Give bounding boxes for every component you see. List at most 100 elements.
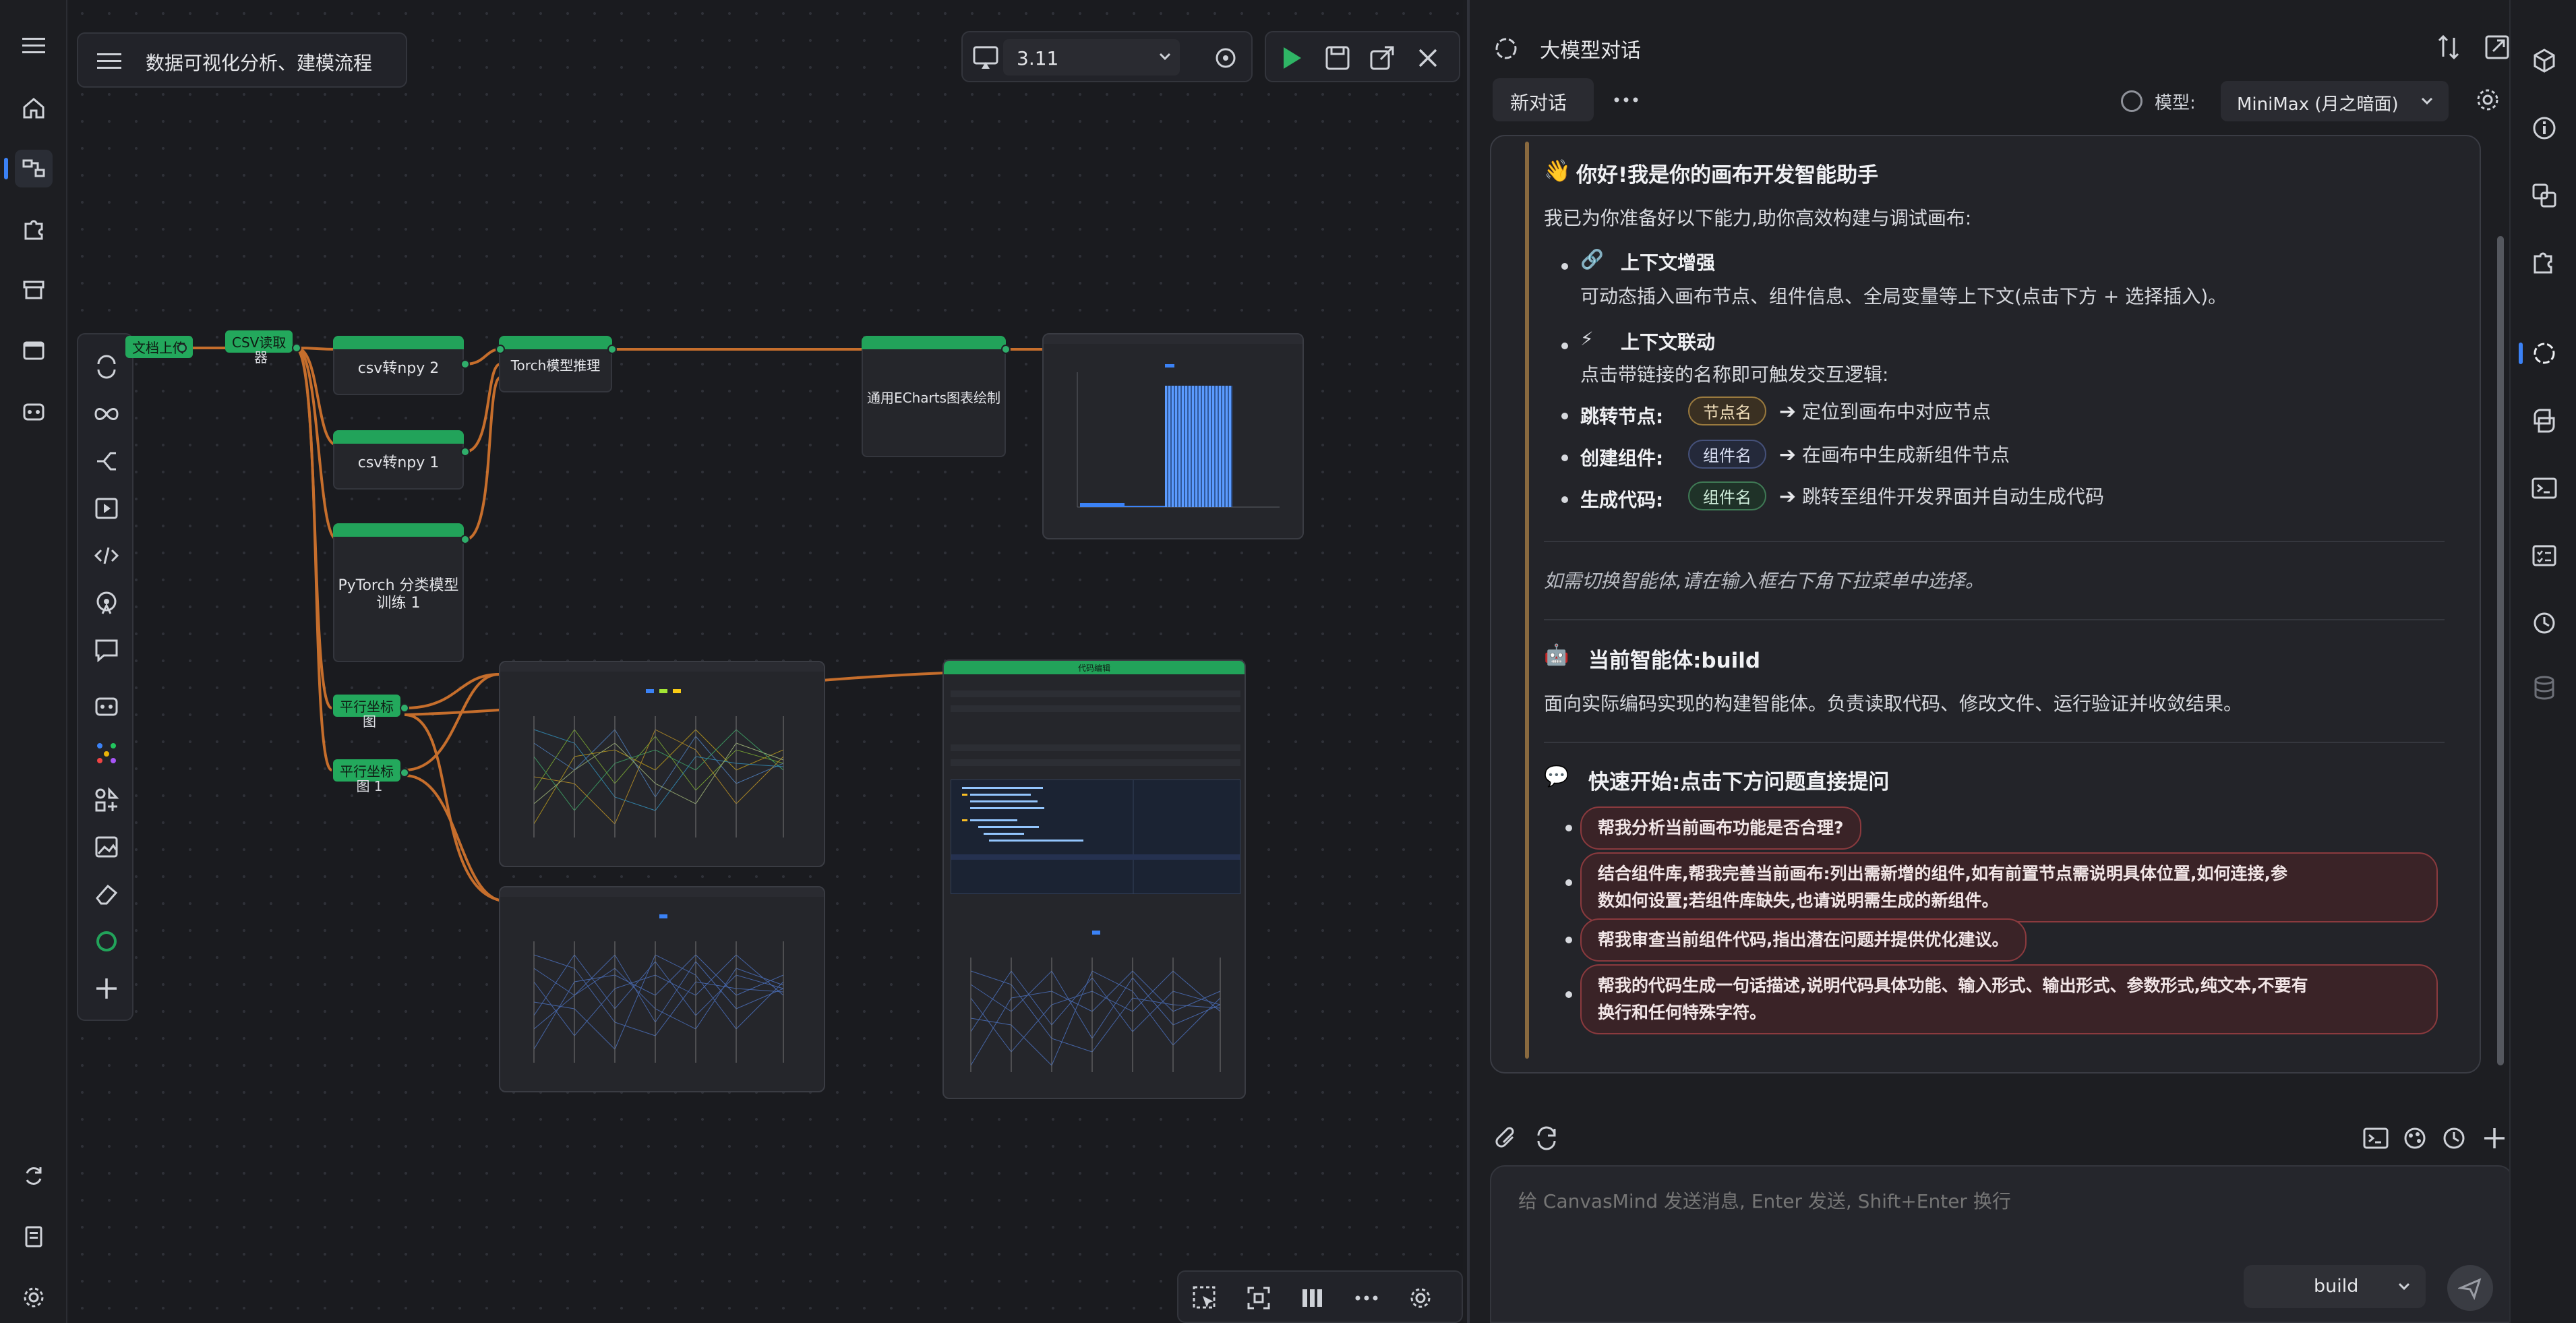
divider <box>1544 541 2445 542</box>
divider <box>1544 742 2445 743</box>
parallel-preview-a[interactable] <box>499 661 825 867</box>
intro-text: 我已为你准备好以下能力,助你高效构建与调试画布: <box>1544 207 1972 229</box>
columns-icon[interactable] <box>1300 1285 1325 1311</box>
history-icon[interactable] <box>2531 610 2558 637</box>
create-desc: 在画布中生成新组件节点 <box>1801 444 2010 466</box>
parallel-chart-b <box>533 914 784 1063</box>
cube-icon[interactable] <box>2531 47 2558 74</box>
right-tool-rail <box>2509 0 2576 1323</box>
python-icon[interactable] <box>2531 407 2558 434</box>
gear-icon[interactable] <box>1408 1285 1433 1311</box>
palette-icon[interactable] <box>2401 1125 2428 1152</box>
port-dot[interactable] <box>177 343 187 353</box>
chevron-down-icon <box>2420 94 2434 108</box>
node-csv-npy-2[interactable]: csv转npy 2 <box>333 336 464 395</box>
agent-select[interactable]: build <box>2244 1265 2426 1308</box>
swap-icon[interactable] <box>2435 34 2462 61</box>
node-code-edit[interactable]: 代码编辑 <box>942 659 1246 1099</box>
bullet <box>1561 454 1568 461</box>
node-title: 通用ECharts图表绘制 <box>866 390 1001 406</box>
chat-scrollbar[interactable] <box>2497 236 2504 1065</box>
checklist-icon[interactable] <box>2531 542 2558 569</box>
copy-icon[interactable] <box>2531 182 2558 209</box>
node-pytorch-train[interactable]: PyTorch 分类模型 训练 1 <box>333 523 464 662</box>
jump-label: 跳转节点: <box>1580 405 1664 428</box>
agent-select-value: build <box>2314 1276 2359 1297</box>
port-dot[interactable] <box>460 447 470 457</box>
port-dot[interactable] <box>400 768 409 777</box>
quick-question-2-line-2: 数如何设置;若组件库缺失,也请说明需生成的新组件。 <box>1598 891 1999 910</box>
create-row: 组件名 ➔ 在画布中生成新组件节点 <box>1681 440 2010 469</box>
quick-question-1[interactable]: 帮我分析当前画布功能是否合理? <box>1580 806 1861 850</box>
database-icon[interactable] <box>2531 674 2558 701</box>
parallel-preview-b[interactable] <box>499 886 825 1092</box>
ai-logo-icon <box>1493 35 1520 62</box>
port-dot[interactable] <box>400 703 409 713</box>
chat-input-box[interactable]: build <box>1490 1165 2513 1323</box>
robot-face-icon: 🤖 <box>1544 643 1569 667</box>
terminal-icon[interactable] <box>2362 1125 2389 1152</box>
create-pill[interactable]: 组件名 <box>1688 440 1766 469</box>
port-dot[interactable] <box>607 345 617 354</box>
quick-question-4[interactable]: 帮我的代码生成一句话描述,说明代码具体功能、输入形式、输出形式、参数形式,纯文本… <box>1580 964 2438 1034</box>
quick-question-2[interactable]: 结合组件库,帮我完善当前画布:列出需新增的组件,如有前置节点需说明具体位置,如何… <box>1580 852 2438 922</box>
more-icon[interactable] <box>1613 92 1640 108</box>
jump-desc: 定位到画布中对应节点 <box>1801 401 1991 423</box>
jump-row: 节点名 ➔ 定位到画布中对应节点 <box>1681 396 1991 425</box>
gen-row: 组件名 ➔ 跳转至组件开发界面并自动生成代码 <box>1681 481 2104 510</box>
divider <box>1544 619 2445 620</box>
gen-pill[interactable]: 组件名 <box>1688 481 1766 510</box>
node-subtitle: 训练 1 <box>376 595 421 612</box>
chat-input[interactable] <box>1518 1187 2476 1268</box>
node-csv-read-label-2: 器 <box>254 349 268 365</box>
bullet <box>1565 991 1572 998</box>
quick-question-3[interactable]: 帮我审查当前组件代码,指出潜在问题并提供优化建议。 <box>1580 918 2027 962</box>
chat-title: 大模型对话 <box>1540 39 1641 63</box>
port-dot[interactable] <box>292 343 301 353</box>
gear-icon[interactable] <box>2474 86 2501 113</box>
history-icon[interactable] <box>2440 1125 2467 1152</box>
port-dot[interactable] <box>496 345 505 354</box>
bullet <box>1561 263 1568 270</box>
ctx-title: 上下文增强 <box>1621 252 1716 274</box>
port-dot[interactable] <box>1001 345 1011 354</box>
node-csv-npy-1[interactable]: csv转npy 1 <box>333 430 464 490</box>
model-toggle-radio[interactable] <box>2121 90 2143 112</box>
bullet <box>1561 413 1568 419</box>
send-button[interactable] <box>2447 1265 2493 1311</box>
select-icon[interactable] <box>1192 1285 1218 1311</box>
node-torch-infer[interactable]: Torch模型推理 <box>499 336 612 392</box>
switch-hint: 如需切换智能体,请在输入框右下角下拉菜单中选择。 <box>1544 570 1984 592</box>
refresh-icon[interactable] <box>1533 1125 1560 1152</box>
quick-question-2-line-1: 结合组件库,帮我完善当前画布:列出需新增的组件,如有前置节点需说明具体位置,如何… <box>1598 864 2287 883</box>
expand-icon[interactable] <box>2484 34 2511 61</box>
node-title: Torch模型推理 <box>510 357 601 374</box>
attach-icon[interactable] <box>1493 1125 1520 1152</box>
tab-label: 新对话 <box>1510 92 1567 114</box>
arrow-right-icon: ➔ <box>1778 443 1797 467</box>
plugin-icon[interactable] <box>2531 249 2558 276</box>
port-dot[interactable] <box>460 535 470 544</box>
terminal-icon[interactable] <box>2531 475 2558 502</box>
info-icon[interactable] <box>2531 115 2558 142</box>
bullet <box>1565 937 1572 943</box>
bullet <box>1565 825 1572 831</box>
bar-chart-preview <box>1077 364 1280 508</box>
parallel-chart-c <box>970 931 1221 1072</box>
ai-chat-icon[interactable] <box>2531 340 2558 367</box>
node-echarts[interactable]: 通用ECharts图表绘制 <box>862 336 1006 457</box>
node-title: csv转npy 2 <box>357 360 440 377</box>
arrow-right-icon: ➔ <box>1778 485 1797 508</box>
arrow-right-icon: ➔ <box>1778 400 1797 423</box>
model-select[interactable]: MiniMax (月之暗面) <box>2221 81 2449 121</box>
more-icon[interactable] <box>1354 1285 1379 1311</box>
tab-new-chat[interactable]: 新对话 <box>1493 78 1594 121</box>
fit-view-icon[interactable] <box>1246 1285 1271 1311</box>
code-preview[interactable] <box>951 780 1240 894</box>
model-value: MiniMax (月之暗面) <box>2237 94 2399 115</box>
chevron-down-icon <box>2397 1280 2411 1293</box>
port-dot[interactable] <box>460 359 470 369</box>
echarts-preview[interactable] <box>1042 333 1304 539</box>
add-icon[interactable] <box>2481 1125 2508 1152</box>
jump-pill[interactable]: 节点名 <box>1688 396 1766 425</box>
